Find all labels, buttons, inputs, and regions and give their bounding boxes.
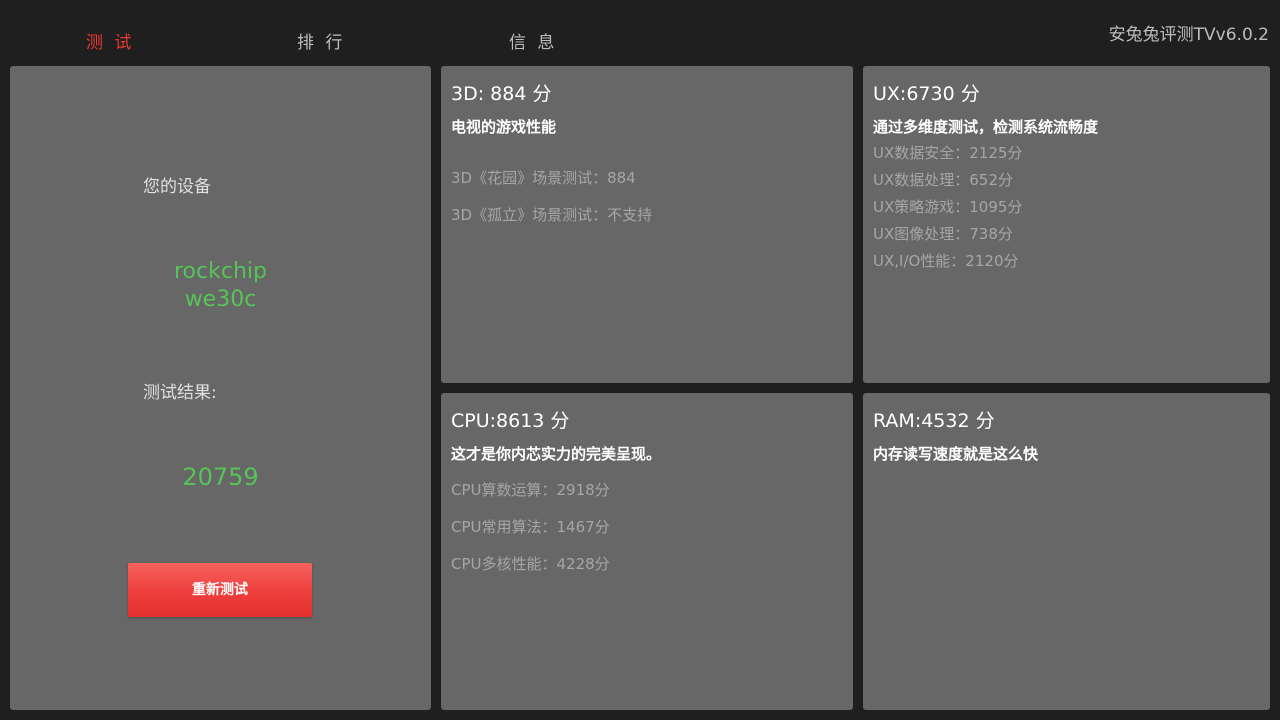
score-title-ram: RAM:4532 分 [873, 410, 995, 432]
device-name-line1: rockchip [174, 259, 267, 284]
device-name-line2: we30c [184, 287, 257, 312]
score-subtitle-ux: 通过多维度测试，检测系统流畅度 [873, 118, 1099, 136]
detail-item: 3D《孤立》场景测试：不支持 [451, 206, 653, 224]
detail-item: CPU常用算法：1467分 [451, 518, 610, 536]
tab-info[interactable]: 信 息 [509, 28, 557, 53]
score-panel-3d[interactable]: 3D: 884 分 电视的游戏性能 3D《花园》场景测试：884 3D《孤立》场… [441, 66, 853, 383]
score-panel-ux[interactable]: UX:6730 分 通过多维度测试，检测系统流畅度 UX数据安全：2125分 U… [863, 66, 1270, 383]
app-title: 安兔兔评测TVv6.0.2 [1108, 25, 1269, 45]
detail-item: UX,I/O性能：2120分 [873, 252, 1019, 270]
device-name: rockchip we30c [10, 258, 431, 314]
total-score: 20759 [182, 463, 259, 491]
your-device-label: 您的设备 [143, 177, 211, 197]
score-title-cpu: CPU:8613 分 [451, 410, 570, 432]
tab-test[interactable]: 测 试 [86, 28, 134, 53]
detail-item: 3D《花园》场景测试：884 [451, 169, 636, 187]
detail-item: UX策略游戏：1095分 [873, 198, 1023, 216]
result-label: 测试结果: [143, 383, 217, 403]
score-panel-ram[interactable]: RAM:4532 分 内存读写速度就是这么快 [863, 393, 1270, 710]
score-title-ux: UX:6730 分 [873, 83, 980, 105]
score-subtitle-cpu: 这才是你内芯实力的完美呈现。 [451, 445, 662, 463]
detail-item: UX图像处理：738分 [873, 225, 1013, 243]
score-subtitle-ram: 内存读写速度就是这么快 [873, 445, 1039, 463]
score-panel-cpu[interactable]: CPU:8613 分 这才是你内芯实力的完美呈现。 CPU算数运算：2918分 … [441, 393, 853, 710]
score-title-3d: 3D: 884 分 [451, 83, 552, 105]
score-subtitle-3d: 电视的游戏性能 [451, 118, 557, 136]
detail-item: UX数据处理：652分 [873, 171, 1013, 189]
detail-item: CPU多核性能：4228分 [451, 555, 610, 573]
tab-ranking[interactable]: 排 行 [297, 28, 345, 53]
detail-item: CPU算数运算：2918分 [451, 481, 610, 499]
detail-item: UX数据安全：2125分 [873, 144, 1023, 162]
retest-button[interactable]: 重新测试 [128, 563, 312, 617]
device-panel: 您的设备 rockchip we30c 测试结果: 20759 重新测试 [10, 66, 431, 710]
top-bar: 测 试 排 行 信 息 安兔兔评测TVv6.0.2 [0, 0, 1280, 66]
